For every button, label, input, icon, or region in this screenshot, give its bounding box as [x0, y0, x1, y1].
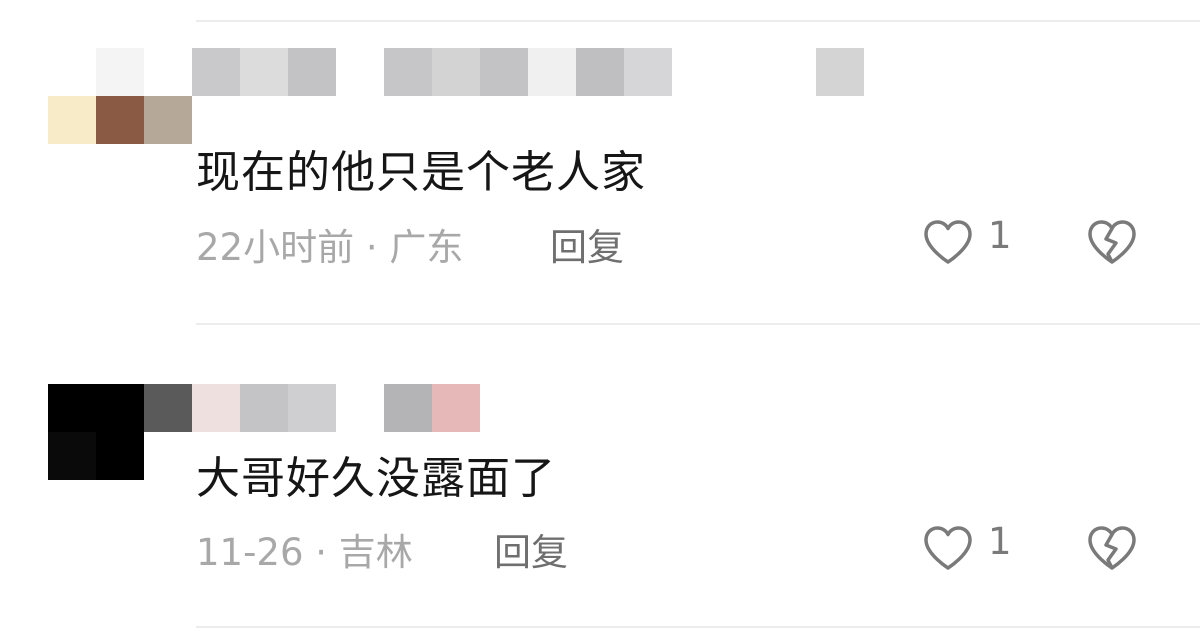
- avatar[interactable]: [48, 384, 144, 480]
- avatar-pixel: [96, 48, 144, 96]
- avatar-pixel: [96, 96, 144, 144]
- heart-outline-icon: [924, 220, 972, 264]
- username-pixel: [624, 48, 672, 96]
- comment-time-location: 22小时前 · 广东: [196, 226, 464, 269]
- broken-heart-icon: [1088, 526, 1136, 570]
- avatar-pixel: [144, 96, 192, 144]
- divider-bottom: [196, 626, 1200, 628]
- avatar-pixel: [48, 432, 96, 480]
- comment-text[interactable]: 大哥好久没露面了: [196, 442, 556, 506]
- username-blurred[interactable]: [192, 384, 492, 432]
- like-button[interactable]: 1: [922, 520, 1022, 576]
- avatar[interactable]: [48, 48, 144, 144]
- like-count: 1: [988, 520, 1012, 563]
- comment-item: 现在的他只是个老人家 22小时前 · 广东 回复 1: [0, 0, 1200, 300]
- username-pixel: [288, 384, 336, 432]
- username-pixel: [384, 384, 432, 432]
- username-pixel: [240, 48, 288, 96]
- username-pixel: [288, 48, 336, 96]
- reply-button[interactable]: 回复: [550, 217, 624, 271]
- username-pixel: [432, 384, 480, 432]
- username-pixel: [528, 48, 576, 96]
- heart-outline-icon: [924, 526, 972, 570]
- username-pixel: [192, 384, 240, 432]
- dislike-button[interactable]: [1086, 214, 1138, 270]
- avatar-pixel: [48, 96, 96, 144]
- avatar-pixel: [96, 432, 144, 480]
- username-pixel: [816, 48, 864, 96]
- avatar-pixel: [144, 384, 192, 432]
- comment-text[interactable]: 现在的他只是个老人家: [196, 136, 646, 200]
- username-pixel: [432, 48, 480, 96]
- username-blurred[interactable]: [192, 48, 872, 96]
- dislike-button[interactable]: [1086, 520, 1138, 576]
- username-pixel: [192, 48, 240, 96]
- like-button[interactable]: 1: [922, 214, 1022, 270]
- avatar-pixel: [96, 384, 144, 432]
- like-count: 1: [988, 214, 1012, 257]
- reply-button[interactable]: 回复: [494, 522, 568, 576]
- broken-heart-icon: [1088, 220, 1136, 264]
- comment-item: 大哥好久没露面了 11-26 · 吉林 回复 1: [0, 304, 1200, 604]
- username-pixel: [240, 384, 288, 432]
- username-pixel: [384, 48, 432, 96]
- username-pixel: [576, 48, 624, 96]
- avatar-pixel: [48, 48, 96, 96]
- username-pixel: [480, 48, 528, 96]
- avatar-pixel: [48, 384, 96, 432]
- comment-time-location: 11-26 · 吉林: [196, 531, 413, 574]
